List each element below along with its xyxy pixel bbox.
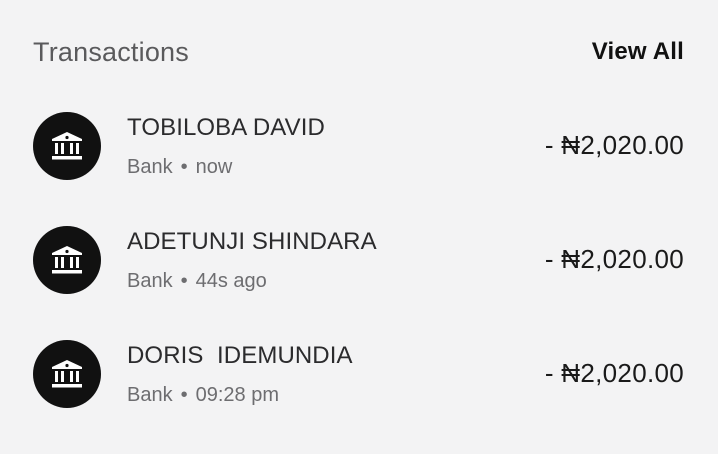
transaction-amount: - ₦2,020.00: [544, 130, 684, 160]
view-all-link[interactable]: View All: [592, 38, 684, 66]
transaction-name: ADETUNJI SHINDARA: [127, 228, 377, 255]
transaction-row[interactable]: TOBILOBA DAVID Bank • now - ₦2,020.00: [33, 112, 684, 226]
transaction-amount: - ₦2,020.00: [544, 244, 684, 274]
separator-dot: •: [180, 384, 188, 406]
transaction-meta: Bank • 44s ago: [127, 270, 267, 293]
transactions-header: Transactions View All: [33, 34, 684, 70]
separator-dot: •: [180, 270, 188, 292]
transaction-name: DORIS IDEMUNDIA: [127, 342, 353, 369]
transaction-row[interactable]: ADETUNJI SHINDARA Bank • 44s ago - ₦2,020.…: [33, 226, 684, 340]
transaction-method: Bank: [127, 384, 173, 406]
transaction-time: 09:28 pm: [195, 384, 279, 406]
transaction-method: Bank: [127, 156, 173, 178]
transaction-amount: - ₦2,020.00: [544, 358, 684, 388]
transaction-method: Bank: [127, 270, 173, 292]
transaction-time: now: [195, 156, 233, 178]
transaction-list: TOBILOBA DAVID Bank • now - ₦2,020.00 ADET…: [33, 112, 684, 454]
bank-icon: [33, 112, 101, 180]
transaction-meta: Bank • now: [127, 156, 232, 179]
transaction-row[interactable]: DORIS IDEMUNDIA Bank • 09:28 pm - ₦2,020.0…: [33, 340, 684, 454]
transaction-meta: Bank • 09:28 pm: [127, 384, 279, 407]
transaction-time: 44s ago: [195, 270, 267, 292]
section-title: Transactions: [33, 36, 189, 67]
bank-icon: [33, 340, 101, 408]
transaction-name: TOBILOBA DAVID: [127, 114, 325, 141]
bank-icon: [33, 226, 101, 294]
separator-dot: •: [180, 156, 188, 178]
